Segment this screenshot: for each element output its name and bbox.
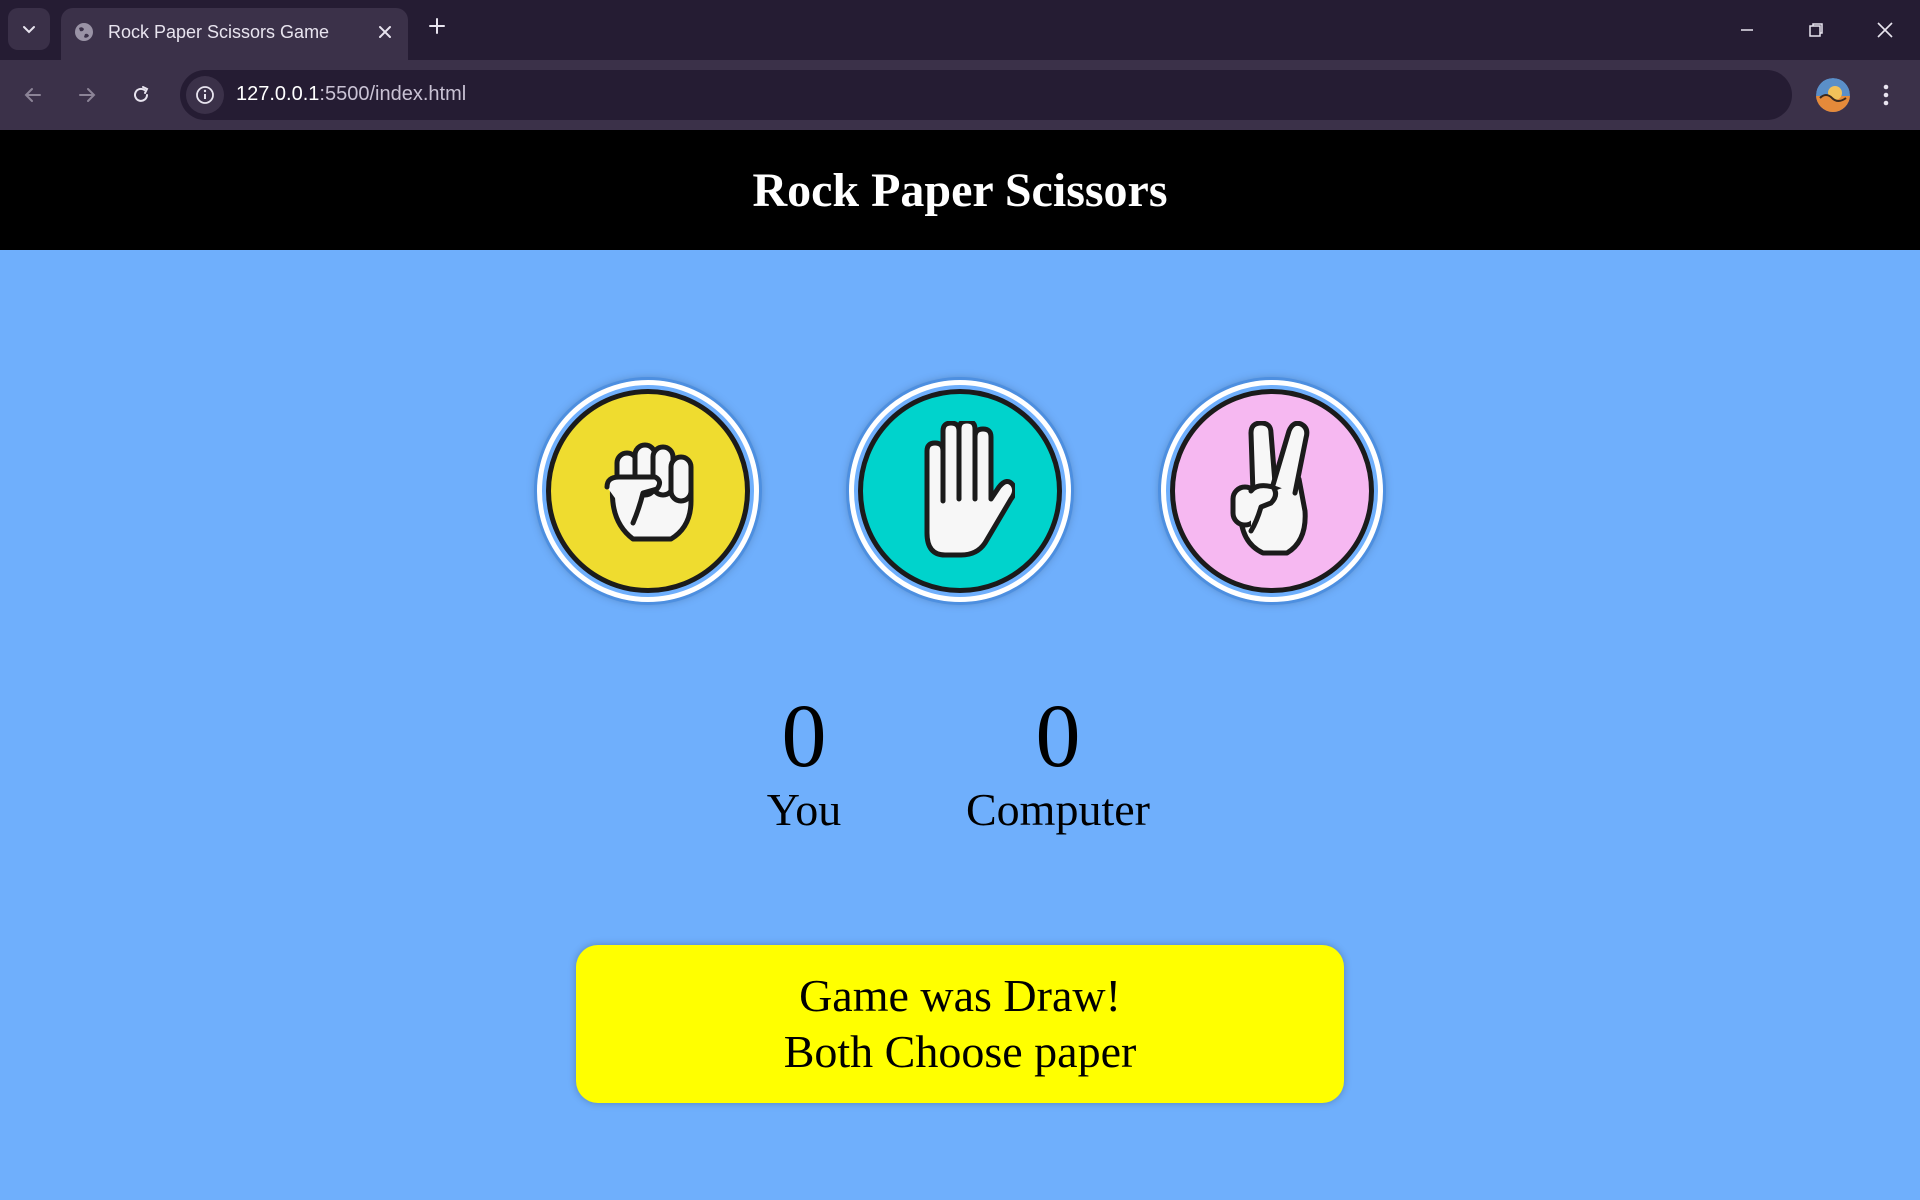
- page-header: Rock Paper Scissors: [0, 130, 1920, 250]
- close-tab-button[interactable]: [373, 20, 397, 44]
- restore-icon: [1809, 23, 1823, 37]
- rock-choice-circle: [546, 389, 750, 593]
- url-text: 127.0.0.1:5500/index.html: [236, 83, 466, 106]
- result-message-line1: Game was Draw!: [799, 970, 1121, 1021]
- close-icon: [1877, 22, 1893, 38]
- tab-title: Rock Paper Scissors Game: [108, 22, 330, 42]
- user-score: 0 You: [744, 692, 864, 838]
- computer-score-label: Computer: [966, 784, 1150, 835]
- minimize-icon: [1741, 29, 1753, 31]
- page-title: Rock Paper Scissors: [752, 163, 1168, 217]
- forward-button[interactable]: [70, 78, 104, 112]
- chevron-down-icon: [23, 26, 35, 34]
- result-message-line2: Both Choose paper: [783, 1026, 1137, 1077]
- new-tab-button[interactable]: [425, 14, 449, 38]
- reload-button[interactable]: [124, 78, 158, 112]
- url-path: :5500/index.html: [319, 83, 467, 105]
- url-host: 127.0.0.1: [236, 83, 320, 105]
- paper-choice-circle: [858, 389, 1062, 593]
- browser-tab-strip: Rock Paper Scissors Game: [0, 0, 1920, 60]
- scissors-choice-button[interactable]: [1161, 380, 1383, 602]
- back-button[interactable]: [16, 78, 50, 112]
- more-vert-icon: [1883, 84, 1889, 106]
- avatar-icon: [1816, 78, 1850, 112]
- restore-button[interactable]: [1796, 12, 1836, 48]
- arrow-right-icon: [79, 88, 96, 102]
- browser-toolbar: 127.0.0.1:5500/index.html: [0, 60, 1920, 130]
- computer-score-value: 0: [1035, 687, 1081, 786]
- minimize-button[interactable]: [1727, 12, 1767, 48]
- paper-choice-button[interactable]: [849, 380, 1071, 602]
- reload-icon: [134, 86, 149, 102]
- user-score-value: 0: [781, 687, 827, 786]
- game-page: Rock Paper Scissors 0 You 0 Computer Gam…: [0, 130, 1920, 1200]
- scissors-choice-circle: [1170, 389, 1374, 593]
- fist-icon: [604, 442, 694, 542]
- rock-choice-button[interactable]: [537, 380, 759, 602]
- tab-search-button[interactable]: [8, 8, 50, 50]
- browser-menu-button[interactable]: [1872, 78, 1900, 112]
- globe-icon: [75, 23, 93, 41]
- site-info-button[interactable]: [186, 76, 224, 114]
- browser-tab[interactable]: Rock Paper Scissors Game: [61, 8, 408, 60]
- plus-icon: [429, 18, 445, 34]
- info-icon: [196, 86, 214, 104]
- arrow-left-icon: [24, 88, 41, 102]
- computer-score: 0 Computer: [948, 692, 1168, 838]
- profile-avatar[interactable]: [1816, 78, 1850, 112]
- close-window-button[interactable]: [1865, 12, 1905, 48]
- address-bar[interactable]: 127.0.0.1:5500/index.html: [180, 70, 1792, 120]
- result-message: Game was Draw! Both Choose paper: [576, 945, 1344, 1103]
- close-icon: [379, 26, 391, 38]
- open-hand-icon: [924, 421, 1015, 558]
- user-score-label: You: [766, 784, 842, 835]
- victory-hand-icon: [1230, 421, 1310, 556]
